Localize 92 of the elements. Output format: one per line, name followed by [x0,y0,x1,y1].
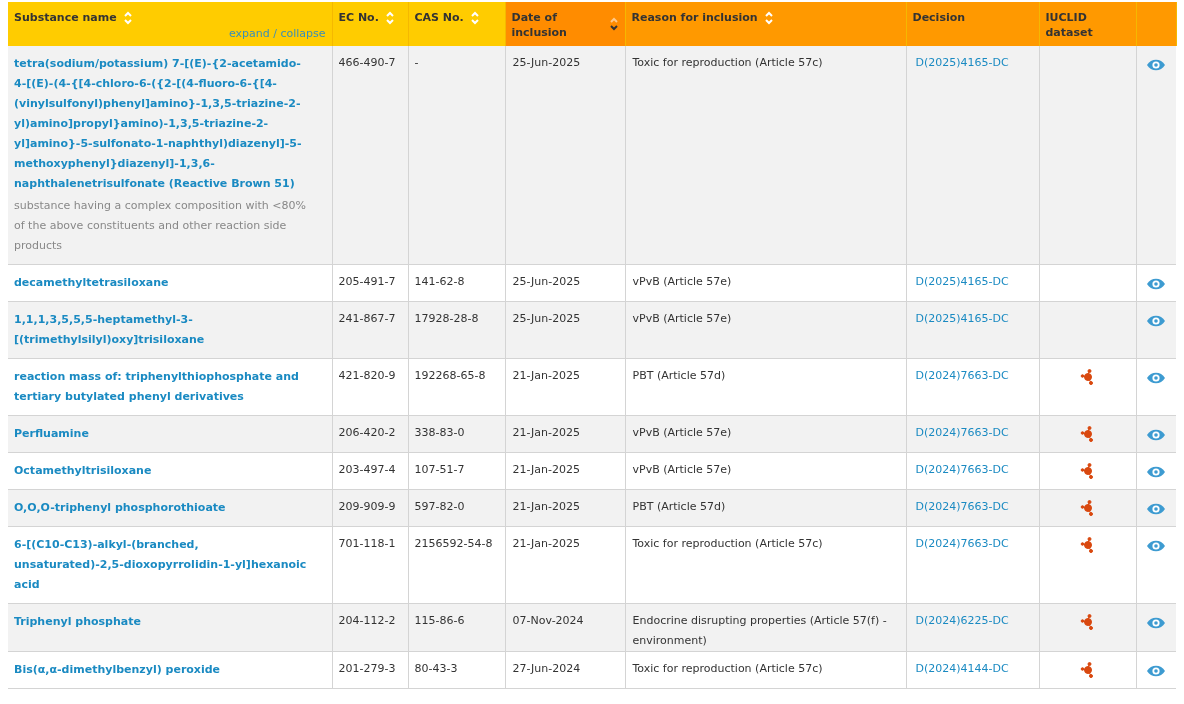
column-title: Reason for inclusion [631,10,758,25]
view-icon[interactable] [1146,502,1167,516]
view-icon[interactable] [1146,277,1167,291]
decision-link[interactable]: D(2024)7663-DC [915,537,1009,550]
decision-link[interactable]: D(2025)4165-DC [915,56,1009,69]
ec-number: 203-497-4 [338,463,396,476]
molecule-icon[interactable] [1079,500,1096,516]
inclusion-date: 27-Jun-2024 [512,662,581,675]
view-icon[interactable] [1146,465,1167,479]
inclusion-date: 21-Jan-2025 [512,537,580,550]
decision-link[interactable]: D(2024)4144-DC [915,662,1009,675]
inclusion-reason: Toxic for reproduction (Article 57c) [632,662,823,675]
column-header[interactable]: EC No. [332,2,408,46]
cas-number: 80-43-3 [414,662,458,675]
molecule-icon[interactable] [1079,369,1096,385]
decision-link[interactable]: D(2024)7663-DC [915,500,1009,513]
inclusion-reason: vPvB (Article 57e) [632,463,732,476]
inclusion-date: 21-Jan-2025 [512,426,580,439]
cas-number: 338-83-0 [414,426,465,439]
ec-number: 209-909-9 [338,500,396,513]
column-title: Substance name [14,10,117,25]
decision-link[interactable]: D(2024)7663-DC [915,463,1009,476]
substance-name-link[interactable]: Bis(α,α-dimethylbenzyl) peroxide [14,660,308,680]
substance-name-link[interactable]: 6-[(C10-C13)-alkyl-(branched, unsaturated)-2,5-dioxopyrrolidin-1-yl]hexanoic acid [14,535,308,595]
molecule-icon[interactable] [1079,662,1096,678]
column-title: Date of inclusion [511,10,568,40]
view-icon[interactable] [1146,314,1167,328]
substance-note: substance having a complex composition with <80% of the above constituents and other reaction side products [14,198,307,254]
inclusion-date: 21-Jan-2025 [512,500,580,513]
view-icon[interactable] [1146,371,1167,385]
ec-number: 206-420-2 [338,426,396,439]
view-icon[interactable] [1146,616,1167,630]
inclusion-date: 07-Nov-2024 [512,614,584,627]
molecule-icon[interactable] [1079,614,1096,630]
inclusion-date: 21-Jan-2025 [512,369,580,382]
ec-number: 241-867-7 [338,312,396,325]
ec-number: 205-491-7 [338,275,396,288]
cas-number: 2156592-54-8 [414,537,493,550]
ec-number: 204-112-2 [338,614,396,627]
inclusion-reason: Toxic for reproduction (Article 57c) [632,56,823,69]
cas-number: 192268-65-8 [414,369,486,382]
ec-number: 201-279-3 [338,662,396,675]
molecule-icon[interactable] [1079,537,1096,553]
inclusion-reason: PBT (Article 57d) [632,500,726,513]
inclusion-reason: vPvB (Article 57e) [632,275,732,288]
column-title: Decision [912,10,966,25]
view-icon[interactable] [1146,664,1167,678]
substance-name-link[interactable]: Triphenyl phosphate [14,612,308,632]
column-title: CAS No. [414,10,464,25]
substance-name-link[interactable]: decamethyltetrasiloxane [14,273,308,293]
inclusion-date: 25-Jun-2025 [512,56,581,69]
ec-number: 466-490-7 [338,56,396,69]
cas-number: 115-86-6 [414,614,465,627]
column-title: EC No. [338,10,379,25]
view-icon[interactable] [1146,428,1167,442]
ec-number: 701-118-1 [338,537,396,550]
column-header[interactable]: Date of inclusion [505,2,625,46]
inclusion-date: 25-Jun-2025 [512,275,581,288]
cas-number: 141-62-8 [414,275,465,288]
decision-link[interactable]: D(2024)6225-DC [915,614,1009,627]
decision-link[interactable]: D(2024)7663-DC [915,369,1009,382]
substance-name-link[interactable]: Perfluamine [14,424,308,444]
column-title: IUCLID dataset [1045,10,1094,40]
ec-number: 421-820-9 [338,369,396,382]
cas-number: 107-51-7 [414,463,465,476]
inclusion-reason: vPvB (Article 57e) [632,312,732,325]
view-icon[interactable] [1146,58,1167,72]
sort-icon[interactable] [608,16,619,32]
cas-number: 17928-28-8 [414,312,479,325]
substance-name-link[interactable]: reaction mass of: triphenylthiophosphate and tertiary butylated phenyl derivatives [14,367,308,407]
inclusion-reason: Endocrine disrupting properties (Article 57(f) - environment) [632,614,887,647]
cas-number: 597-82-0 [414,500,465,513]
substance-name-link[interactable]: O,O,O-triphenyl phosphorothioate [14,498,308,518]
view-icon[interactable] [1146,539,1167,553]
inclusion-reason: PBT (Article 57d) [632,369,726,382]
column-header[interactable]: Substance name expand / collapse [8,2,332,46]
substance-name-link[interactable]: 1,1,1,3,5,5,5-heptamethyl-3-[(trimethylsilyl)oxy]trisiloxane [14,310,308,350]
molecule-icon[interactable] [1079,463,1096,479]
column-header[interactable]: Reason for inclusion [625,2,906,46]
decision-link[interactable]: D(2025)4165-DC [915,275,1009,288]
molecule-icon[interactable] [1079,426,1096,442]
decision-link[interactable]: D(2024)7663-DC [915,426,1009,439]
substance-name-link[interactable]: tetra(sodium/potassium) 7-[(E)-{2-acetamido-4-[(E)-(4-{[4-chloro-6-({2-[(4-fluoro-6-{[4-(vinylsulfonyl)phenyl]amino}-1,3,5-triazine-2-yl)amino]propyl}amino)-1,3,5-triazine-2-yl]amino}-5-sulfonato-1-naphthyl)diazenyl]-5-methoxyphenyl}diazenyl]-1,3,6-naphthalenetrisulfonate (Reactive Brown 51) [14,54,308,194]
inclusion-date: 25-Jun-2025 [512,312,581,325]
decision-link[interactable]: D(2025)4165-DC [915,312,1009,325]
inclusion-reason: Toxic for reproduction (Article 57c) [632,537,823,550]
expand-collapse-link[interactable]: expand / collapse [228,26,326,41]
cas-number: - [414,56,419,69]
column-header[interactable]: CAS No. [408,2,505,46]
inclusion-date: 21-Jan-2025 [512,463,580,476]
inclusion-reason: vPvB (Article 57e) [632,426,732,439]
substance-name-link[interactable]: Octamethyltrisiloxane [14,461,308,481]
